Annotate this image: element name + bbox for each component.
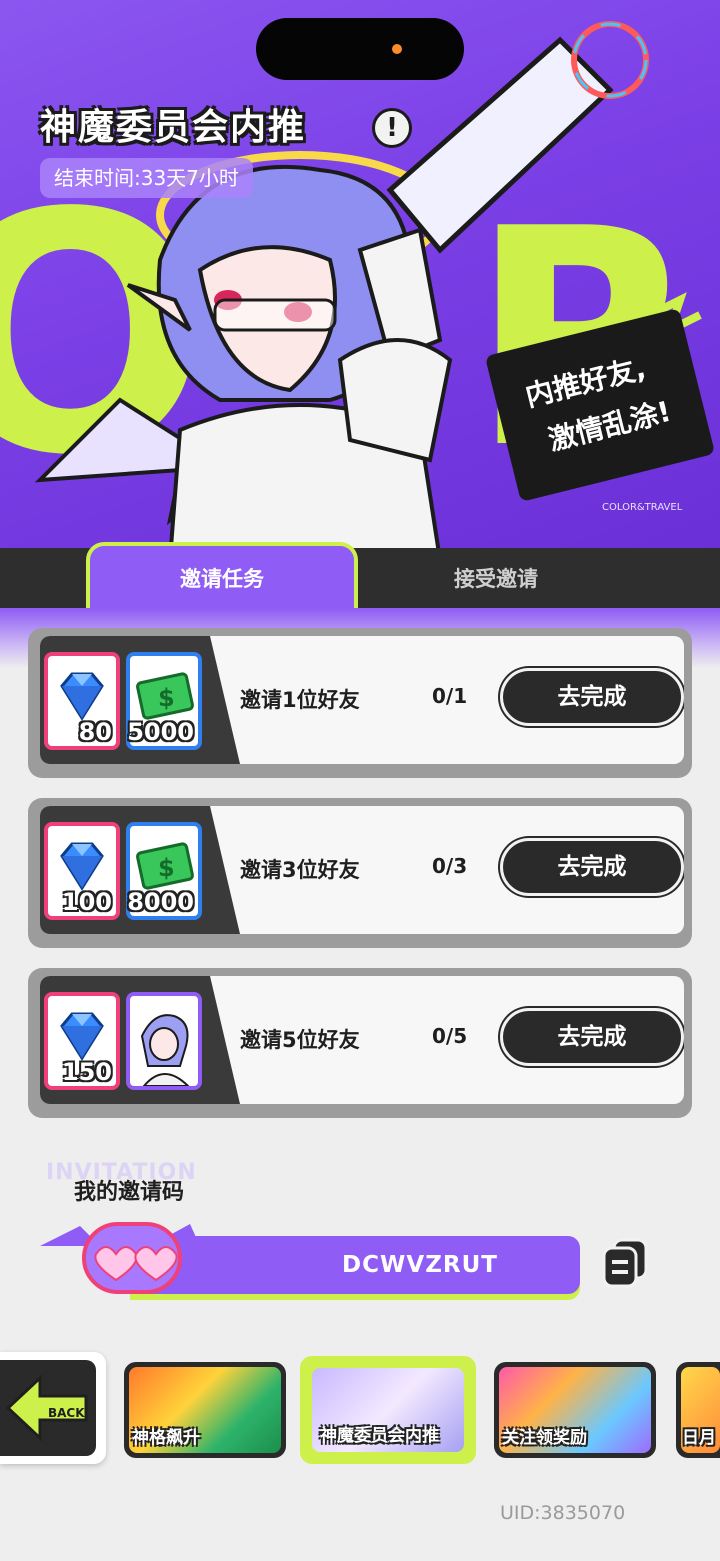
reward-count: 5000 [127,718,194,746]
gem-icon [60,1012,104,1061]
go-complete-button[interactable]: 去完成 [500,838,684,896]
event-tile-selected[interactable]: 神魔委员会内推 [300,1356,476,1464]
back-button[interactable]: BACK [0,1352,106,1464]
hero-banner: O R 神魔委员会内推 ! 结束时间:33天7小时 内推好友, [0,0,720,560]
go-complete-button[interactable]: 去完成 [500,668,684,726]
event-label: 关注领奖励 [502,1428,587,1448]
task-progress: 0/3 [432,854,468,878]
task-label: 邀请1位好友 [240,688,360,712]
page-title: 神魔委员会内推 [40,107,307,148]
task-label: 邀请3位好友 [240,858,360,882]
gem-icon [60,672,104,721]
event-tile[interactable]: 神格飙升 [124,1362,286,1458]
task-card-inner: 150 邀请5位好友 0/5 去完成 [40,976,684,1104]
hearts-icon [40,1222,200,1294]
event-label: 神魔委员会内推 [320,1426,439,1446]
svg-text:$: $ [158,854,175,882]
task-card-inner: 80 $ 5000 邀请1位好友 0/1 去完成 [40,636,684,764]
task-card-inner: 100 $ 8000 邀请3位好友 0/3 去完成 [40,806,684,934]
invite-code-title: 我的邀请码 [74,1180,185,1205]
event-label: 神格飙升 [132,1428,200,1448]
tab-accept-invite[interactable]: 接受邀请 [380,548,612,610]
task-card: 150 邀请5位好友 0/5 去完成 [28,968,692,1118]
copy-icon[interactable] [600,1236,652,1288]
reward-gem: 100 [44,822,120,920]
reward-gem: 80 [44,652,120,750]
task-card: 80 $ 5000 邀请1位好友 0/1 去完成 [28,628,692,778]
back-label: BACK [48,1406,85,1420]
event-tile[interactable]: 关注领奖励 [494,1362,656,1458]
event-label: 日月 [682,1428,716,1448]
reward-count: 8000 [127,888,194,916]
task-card: 100 $ 8000 邀请3位好友 0/3 去完成 [28,798,692,948]
reward-count: 100 [61,888,112,916]
event-tile[interactable]: 日月 [676,1362,720,1458]
back-button-inner: BACK [0,1360,96,1456]
reward-cash: $ 5000 [126,652,202,750]
reward-count: 150 [61,1058,112,1086]
task-progress: 0/5 [432,1024,468,1048]
svg-text:$: $ [158,684,175,712]
gem-icon [60,842,104,891]
camera-dot [392,44,402,54]
cash-icon: $ [136,842,194,890]
task-label: 邀请5位好友 [240,1028,360,1052]
reward-cash: $ 8000 [126,822,202,920]
invite-code: DCWVZRUT [342,1252,498,1278]
task-progress: 0/1 [432,684,468,708]
brand-logo: COLOR&TRAVEL [602,502,683,513]
go-complete-button[interactable]: 去完成 [500,1008,684,1066]
info-icon[interactable]: ! [372,108,412,148]
reward-count: 80 [78,718,112,746]
camera-notch [256,18,464,80]
cash-icon: $ [136,672,194,720]
end-time-badge: 结束时间:33天7小时 [40,158,253,198]
user-id: UID:3835070 [500,1502,626,1524]
avatar-icon [140,1014,190,1086]
reward-avatar-frame [126,992,202,1090]
reward-gem: 150 [44,992,120,1090]
tab-invite-tasks[interactable]: 邀请任务 [86,542,358,612]
